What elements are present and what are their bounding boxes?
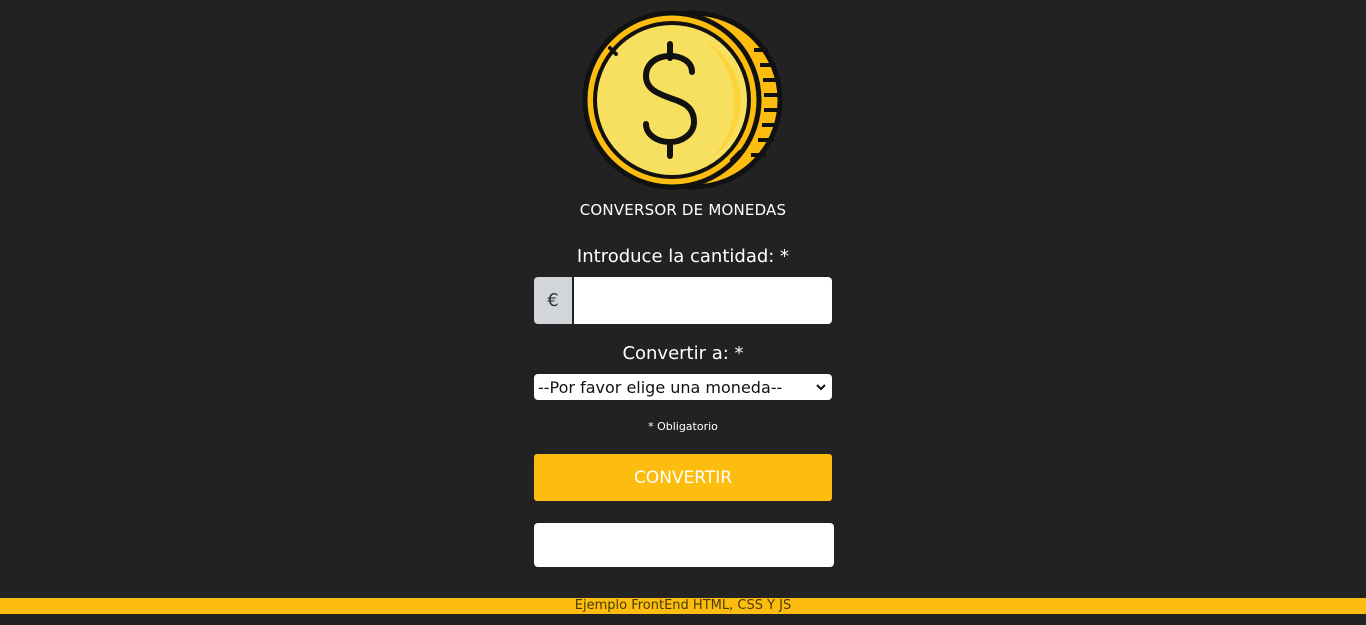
- result-output: [534, 523, 834, 567]
- required-note: * Obligatorio: [648, 420, 718, 433]
- amount-input-group: €: [534, 277, 832, 324]
- chevron-down-icon: [814, 380, 828, 394]
- footer: Ejemplo FrontEnd HTML, CSS Y JS: [0, 598, 1366, 614]
- currency-select-value: --Por favor elige una moneda--: [538, 377, 783, 397]
- convert-button[interactable]: CONVERTIR: [534, 454, 832, 501]
- euro-symbol-addon: €: [534, 277, 574, 324]
- dollar-coin-icon: [582, 10, 783, 190]
- app-title: CONVERSOR DE MONEDAS: [579, 201, 787, 219]
- amount-label: Introduce la cantidad: *: [576, 246, 790, 267]
- amount-input[interactable]: [574, 277, 832, 324]
- converter-page: CONVERSOR DE MONEDAS Introduce la cantid…: [0, 0, 1366, 625]
- convert-to-label: Convertir a: *: [622, 343, 744, 364]
- currency-select[interactable]: --Por favor elige una moneda--: [534, 374, 832, 400]
